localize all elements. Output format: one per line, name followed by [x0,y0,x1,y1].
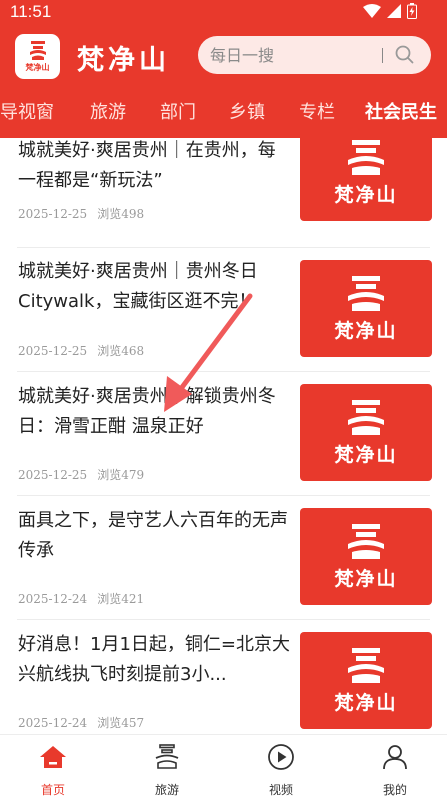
news-date: 2025-12-25 [18,344,88,358]
news-views: 浏览479 [97,468,145,482]
news-date: 2025-12-24 [18,592,88,606]
news-meta: 2025-12-25 浏览498 [18,205,144,222]
news-item[interactable]: 城就美好·爽居贵州｜在贵州，每一程都是“新玩法” 2025-12-25 浏览498… [0,138,447,248]
thumbnail-text: 梵净山 [334,568,398,590]
search-icon[interactable] [394,44,416,66]
news-views: 浏览498 [97,207,145,221]
nav-mine[interactable]: 我的 [355,735,435,798]
logo-emblem-icon [348,400,384,435]
news-thumbnail[interactable]: 梵净山 [300,138,432,221]
status-icons [363,3,417,19]
news-views: 浏览421 [97,592,145,606]
news-meta: 2025-12-25 浏览479 [18,466,144,483]
battery-icon [407,3,417,19]
news-meta: 2025-12-25 浏览468 [18,342,144,359]
news-views: 浏览457 [97,716,145,730]
news-item[interactable]: 城就美好·爽居贵州｜贵州冬日Citywalk，宝藏街区逛不完！ 2025-12-… [0,248,447,372]
news-title: 好消息！1月1日起，铜仁=北京大兴航线执飞时刻提前3小... [18,634,290,685]
play-icon [268,744,294,770]
app-title: 梵净山 [77,45,170,76]
thumbnail-text: 梵净山 [334,692,398,714]
search-input[interactable] [210,36,370,74]
status-bar: 11:51 [0,0,447,24]
nav-video[interactable]: 视频 [241,735,321,798]
news-item[interactable]: 城就美好·爽居贵州｜解锁贵州冬日：滑雪正酣 温泉正好 2025-12-25 浏览4… [0,372,447,496]
news-title: 城就美好·爽居贵州｜解锁贵州冬日：滑雪正酣 温泉正好 [18,386,276,437]
news-meta: 2025-12-24 浏览421 [18,590,144,607]
thumbnail-text: 梵净山 [334,320,398,342]
nav-label: 视频 [268,783,293,797]
tab-travel[interactable]: 旅游 [90,98,126,124]
news-list: 城就美好·爽居贵州｜在贵州，每一程都是“新玩法” 2025-12-25 浏览498… [0,138,447,734]
signal-icon [387,4,401,18]
channel-tabs: 领导视窗 旅游 部门 乡镇 专栏 社会民生 [0,92,447,130]
home-icon [40,746,66,768]
tab-social-livelihood[interactable]: 社会民生 [365,98,437,124]
logo-emblem-icon [29,41,46,60]
news-item[interactable]: 面具之下，是守艺人六百年的无声传承 2025-12-24 浏览421 梵净山 [0,496,447,620]
nav-label: 我的 [382,783,407,797]
logo-caption: 梵净山 [25,63,50,72]
app-logo: 梵净山 [15,34,60,79]
thumbnail-text: 梵净山 [334,444,398,466]
logo-emblem-icon [348,276,384,311]
logo-emblem-icon [348,524,384,559]
news-title: 面具之下，是守艺人六百年的无声传承 [18,510,288,561]
news-thumbnail[interactable]: 梵净山 [300,260,432,357]
nav-label: 旅游 [154,783,179,797]
thumbnail-text: 梵净山 [334,184,398,206]
logo-emblem-icon [348,648,384,683]
news-thumbnail[interactable]: 梵净山 [300,632,432,729]
travel-icon [155,744,179,769]
news-date: 2025-12-25 [18,468,88,482]
nav-home[interactable]: 首页 [13,735,93,798]
news-item[interactable]: 好消息！1月1日起，铜仁=北京大兴航线执飞时刻提前3小... 2025-12-2… [0,620,447,734]
bottom-nav: 首页 旅游 视频 我的 [0,734,447,798]
news-title: 城就美好·爽居贵州｜贵州冬日Citywalk，宝藏街区逛不完！ [18,261,258,312]
news-meta: 2025-12-24 浏览457 [18,714,144,731]
news-title: 城就美好·爽居贵州｜在贵州，每一程都是“新玩法” [18,140,276,191]
tab-departments[interactable]: 部门 [160,98,196,124]
news-thumbnail[interactable]: 梵净山 [300,384,432,481]
news-thumbnail[interactable]: 梵净山 [300,508,432,605]
status-time: 11:51 [10,2,52,21]
news-date: 2025-12-24 [18,716,88,730]
nav-label: 首页 [40,783,65,797]
user-icon [383,745,407,770]
search-divider [382,48,383,63]
tab-leaders[interactable]: 领导视窗 [0,98,54,124]
tab-columns[interactable]: 专栏 [299,98,335,124]
news-views: 浏览468 [97,344,145,358]
nav-travel[interactable]: 旅游 [127,735,207,798]
news-date: 2025-12-25 [18,207,88,221]
search-bar[interactable] [198,36,431,74]
tab-towns[interactable]: 乡镇 [229,98,265,124]
logo-emblem-icon [348,140,384,175]
wifi-icon [363,4,381,18]
